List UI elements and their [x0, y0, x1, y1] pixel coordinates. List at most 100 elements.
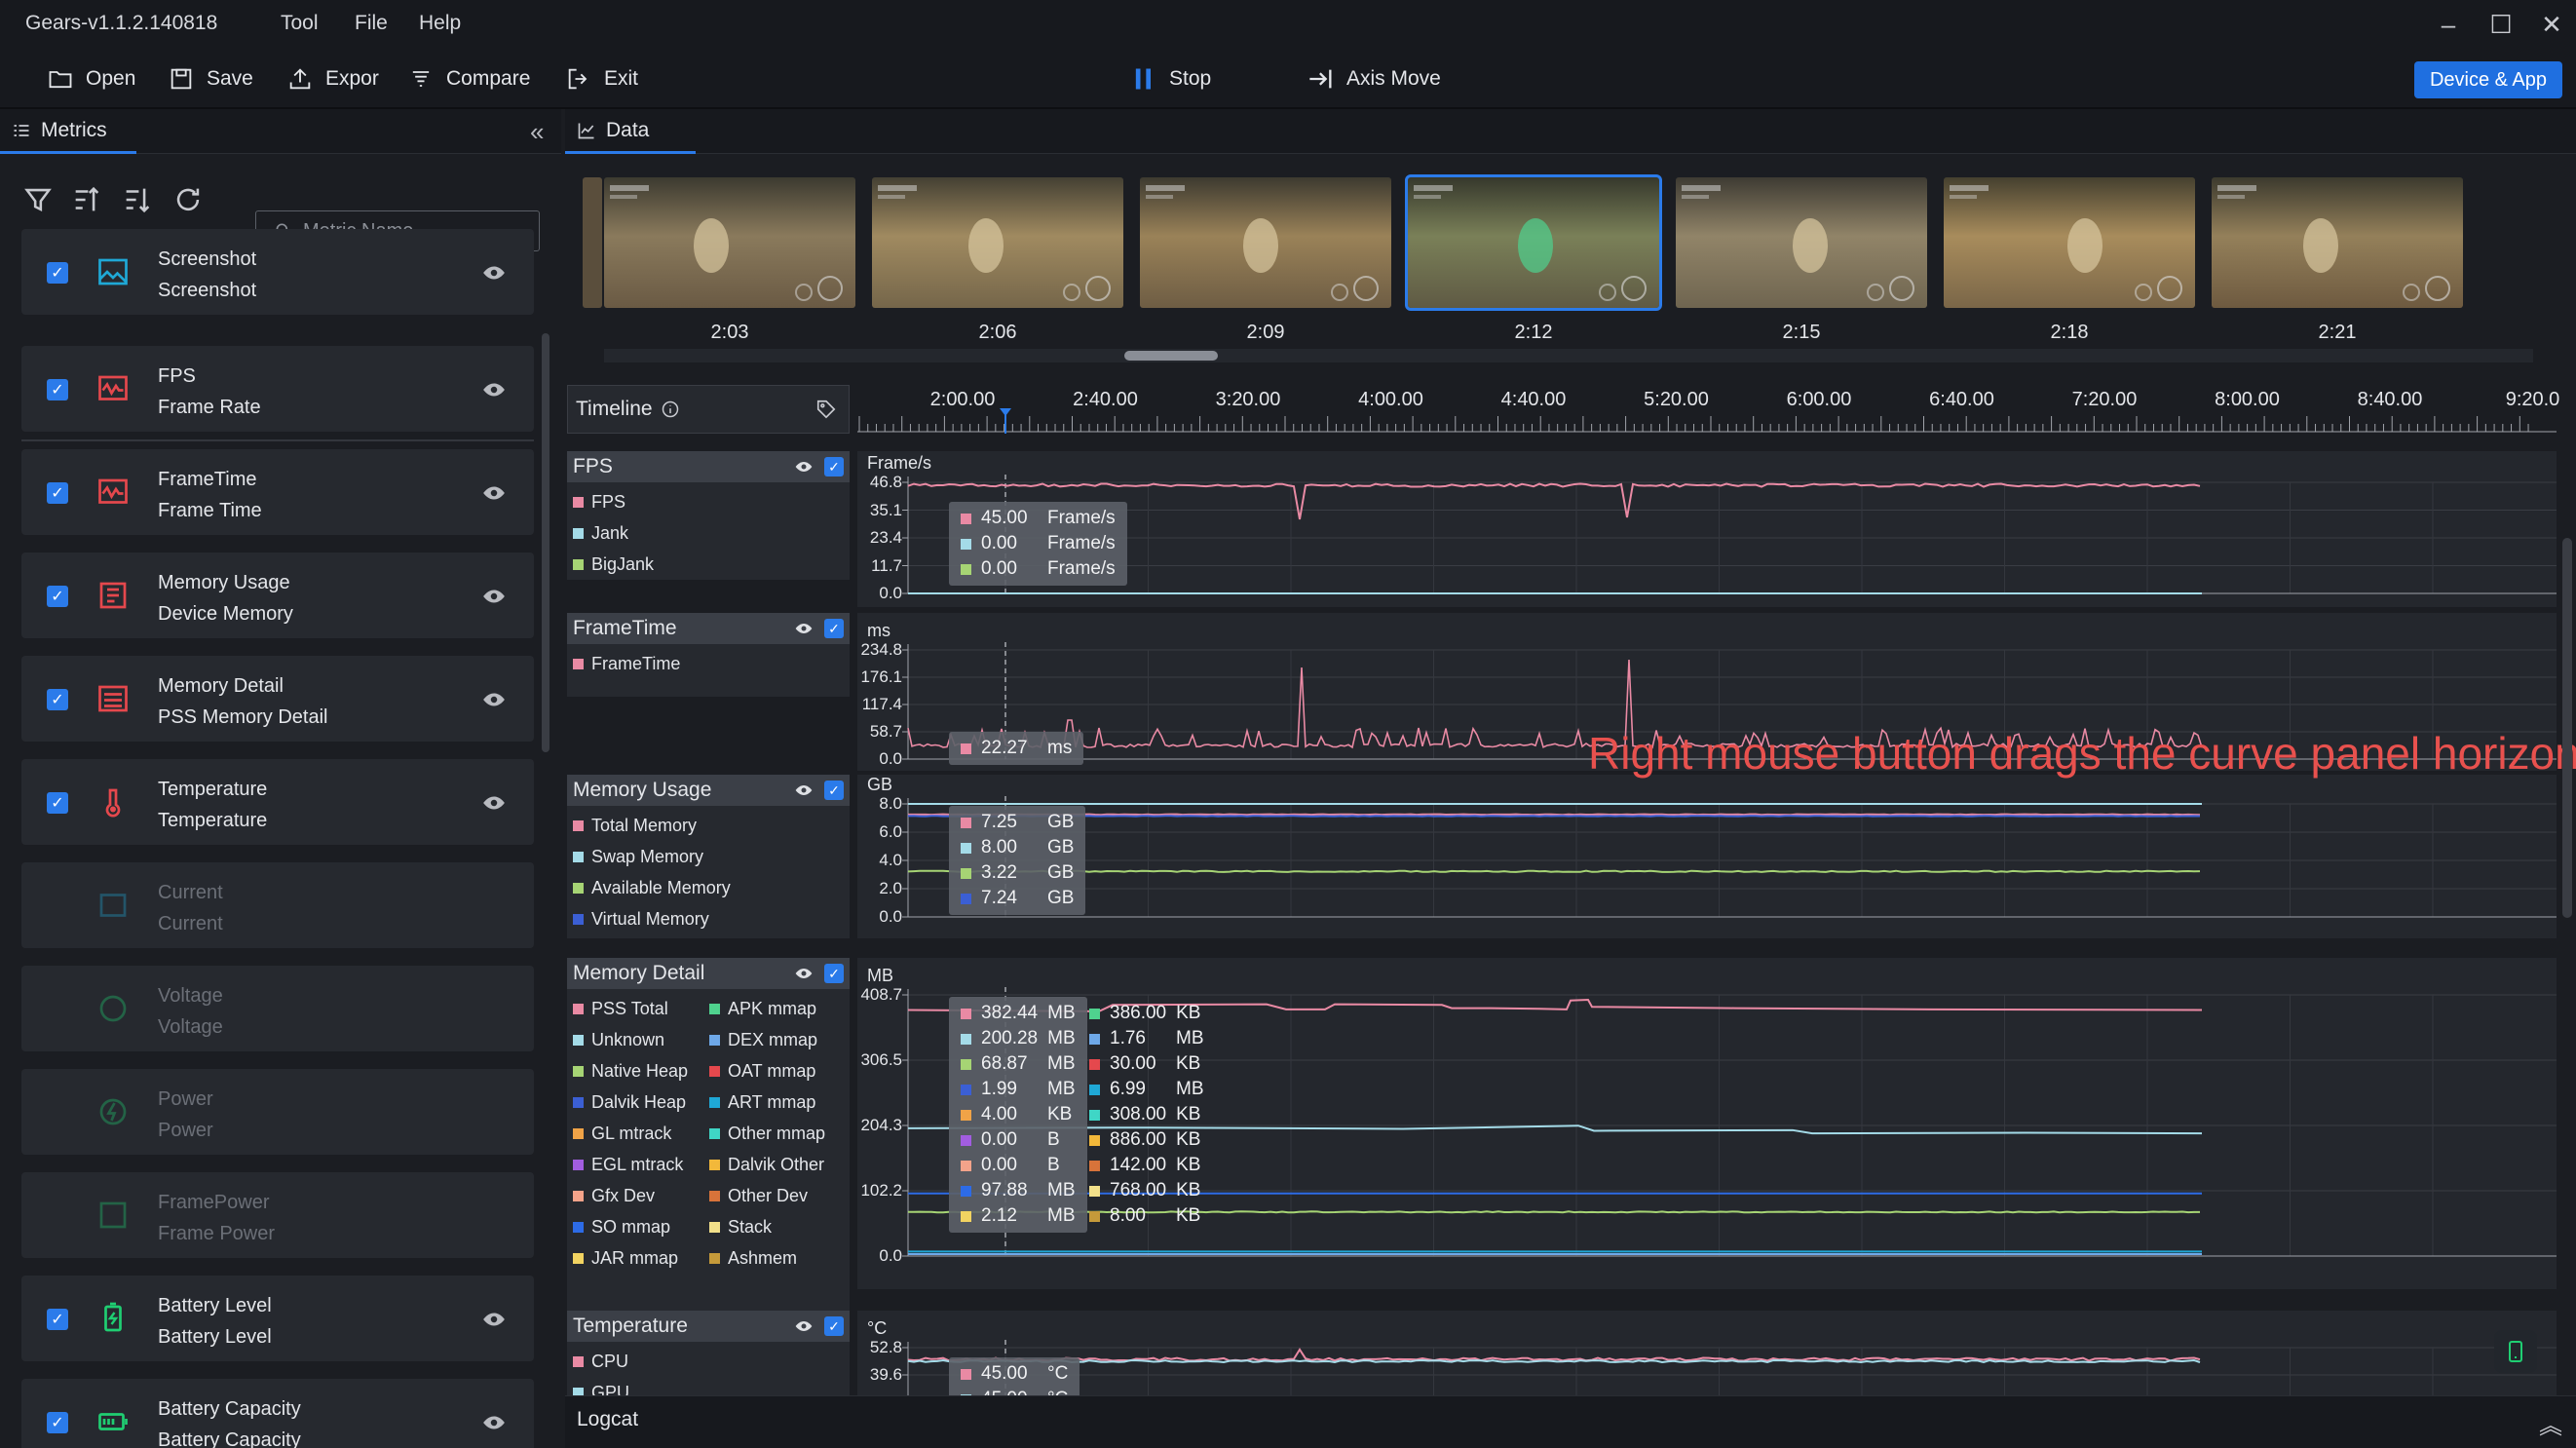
metric-header-checkbox[interactable]: ✓ — [824, 457, 844, 476]
eye-icon[interactable] — [481, 584, 507, 609]
tab-metrics[interactable]: Metrics — [0, 109, 136, 154]
legend-item[interactable]: Jank — [573, 523, 628, 544]
legend-item[interactable]: Ashmem — [709, 1248, 797, 1269]
metric-card-fps[interactable]: ✓ FPS Frame Rate — [21, 346, 534, 432]
metric-checkbox-memory-usage[interactable]: ✓ — [47, 586, 68, 607]
eye-icon[interactable] — [481, 790, 507, 816]
screenshot-thumbnail[interactable] — [1944, 177, 2195, 308]
metrics-scrollbar[interactable] — [542, 333, 549, 752]
metric-card-screenshot[interactable]: ✓ Screenshot Screenshot — [21, 229, 534, 315]
eye-icon[interactable] — [481, 687, 507, 712]
metric-header-checkbox[interactable]: ✓ — [824, 619, 844, 638]
filter-icon[interactable] — [21, 183, 55, 216]
legend-item[interactable]: Virtual Memory — [573, 909, 709, 930]
legend-item[interactable]: Gfx Dev — [573, 1186, 655, 1206]
metric-card-temperature[interactable]: ✓ Temperature Temperature — [21, 759, 534, 845]
legend-item[interactable]: Unknown — [573, 1030, 664, 1050]
refresh-icon[interactable] — [171, 183, 205, 216]
legend-item[interactable]: GL mtrack — [573, 1124, 671, 1144]
metric-card-framepower[interactable]: FramePower Frame Power — [21, 1172, 534, 1258]
metric-card-power[interactable]: Power Power — [21, 1069, 534, 1155]
charts-scrollbar[interactable] — [2562, 538, 2572, 918]
chart-temperature[interactable]: °C52.839.626.445.00°C45.00°C — [857, 1311, 2557, 1395]
screenshot-scrollbar[interactable] — [604, 349, 2533, 362]
metric-card-memory-usage[interactable]: ✓ Memory Usage Device Memory — [21, 553, 534, 638]
legend-item[interactable]: FrameTime — [573, 654, 680, 674]
eye-icon[interactable] — [793, 457, 814, 476]
eye-icon[interactable] — [793, 1316, 814, 1336]
metric-checkbox-battery-level[interactable]: ✓ — [47, 1309, 68, 1330]
legend-item[interactable]: Other mmap — [709, 1124, 825, 1144]
screenshot-thumbnail[interactable] — [1676, 177, 1927, 308]
menu-file[interactable]: File — [355, 12, 388, 35]
chart-fps[interactable]: Frame/s 46.8 35.1 23.4 11.7 0.0 45.00 Frame/s 0.… — [857, 451, 2557, 607]
legend-item[interactable]: Available Memory — [573, 878, 731, 898]
eye-icon[interactable] — [481, 377, 507, 402]
legend-item[interactable]: APK mmap — [709, 999, 816, 1019]
chart-memory_usage[interactable]: GB 8.0 6.0 4.0 2.0 0.0 7.25 GB 8.00 GB 3.22 GB 7.24 G… — [857, 775, 2557, 938]
chart-memory_detail[interactable]: MB 408.7 306.5 204.3 102.2 0.0 382.44 MB 200.28 M… — [857, 958, 2557, 1289]
legend-item[interactable]: DEX mmap — [709, 1030, 817, 1050]
maximize-icon[interactable]: ☐ — [2484, 10, 2518, 40]
legend-item[interactable]: Dalvik Other — [709, 1155, 824, 1175]
metric-header-checkbox[interactable]: ✓ — [824, 781, 844, 800]
screenshot-thumbnail-partial[interactable] — [583, 177, 602, 308]
legend-item[interactable]: CPU — [573, 1352, 628, 1372]
info-icon[interactable] — [661, 400, 680, 419]
close-icon[interactable]: ✕ — [2535, 10, 2568, 40]
export-button[interactable]: Expor — [286, 62, 379, 95]
metric-checkbox-frametime[interactable]: ✓ — [47, 482, 68, 504]
metric-checkbox-memory-detail[interactable]: ✓ — [47, 689, 68, 710]
metric-card-frametime[interactable]: ✓ FrameTime Frame Time — [21, 449, 534, 535]
legend-item[interactable]: OAT mmap — [709, 1061, 815, 1082]
tab-logcat[interactable]: Logcat — [577, 1408, 638, 1431]
screenshot-scroll-thumb[interactable] — [1124, 351, 1218, 361]
stop-button[interactable]: Stop — [1130, 62, 1211, 95]
metric-checkbox-battery-capacity[interactable]: ✓ — [47, 1412, 68, 1433]
save-button[interactable]: Save — [168, 62, 253, 95]
legend-item[interactable]: JAR mmap — [573, 1248, 678, 1269]
metric-card-voltage[interactable]: Voltage Voltage — [21, 966, 534, 1051]
legend-item[interactable]: Swap Memory — [573, 847, 703, 867]
eye-icon[interactable] — [481, 260, 507, 286]
metric-checkbox-temperature[interactable]: ✓ — [47, 792, 68, 814]
eye-icon[interactable] — [793, 964, 814, 983]
metric-card-memory-detail[interactable]: ✓ Memory Detail PSS Memory Detail — [21, 656, 534, 742]
legend-item[interactable]: ART mmap — [709, 1092, 815, 1113]
device-app-button[interactable]: Device & App — [2414, 61, 2562, 98]
exit-button[interactable]: Exit — [565, 62, 638, 95]
menu-help[interactable]: Help — [419, 12, 461, 35]
expand-up-icon[interactable]: ︽ — [2539, 1406, 2562, 1440]
legend-item[interactable]: EGL mtrack — [573, 1155, 683, 1175]
eye-icon[interactable] — [481, 1307, 507, 1332]
metric-checkbox-screenshot[interactable]: ✓ — [47, 262, 68, 284]
legend-item[interactable]: Other Dev — [709, 1186, 808, 1206]
eye-icon[interactable] — [481, 480, 507, 506]
metric-checkbox-fps[interactable]: ✓ — [47, 379, 68, 400]
legend-item[interactable]: Dalvik Heap — [573, 1092, 686, 1113]
metric-card-battery-capacity[interactable]: ✓ Battery Capacity Battery Capacity — [21, 1379, 534, 1448]
screenshot-thumbnail[interactable] — [1140, 177, 1391, 308]
sort-descending-icon[interactable] — [121, 183, 154, 216]
sort-ascending-icon[interactable] — [70, 183, 103, 216]
menu-tool[interactable]: Tool — [281, 12, 319, 35]
phone-device-icon[interactable] — [2494, 1330, 2537, 1373]
legend-item[interactable]: PSS Total — [573, 999, 668, 1019]
open-button[interactable]: Open — [47, 62, 135, 95]
metric-header-checkbox[interactable]: ✓ — [824, 1316, 844, 1336]
eye-icon[interactable] — [481, 1410, 507, 1435]
collapse-panel-icon[interactable]: « — [530, 117, 544, 147]
tab-data[interactable]: Data — [565, 109, 696, 154]
tag-icon[interactable] — [815, 399, 837, 420]
legend-item[interactable]: Total Memory — [573, 816, 697, 836]
compare-button[interactable]: Compare — [407, 62, 530, 95]
legend-item[interactable]: Native Heap — [573, 1061, 688, 1082]
eye-icon[interactable] — [793, 781, 814, 800]
legend-item[interactable]: FPS — [573, 492, 625, 513]
axis-move-button[interactable]: Axis Move — [1307, 62, 1441, 95]
minimize-icon[interactable]: – — [2432, 10, 2465, 40]
legend-item[interactable]: Stack — [709, 1217, 772, 1238]
screenshot-thumbnail[interactable] — [872, 177, 1123, 308]
metric-header-checkbox[interactable]: ✓ — [824, 964, 844, 983]
screenshot-thumbnail[interactable] — [2212, 177, 2463, 308]
